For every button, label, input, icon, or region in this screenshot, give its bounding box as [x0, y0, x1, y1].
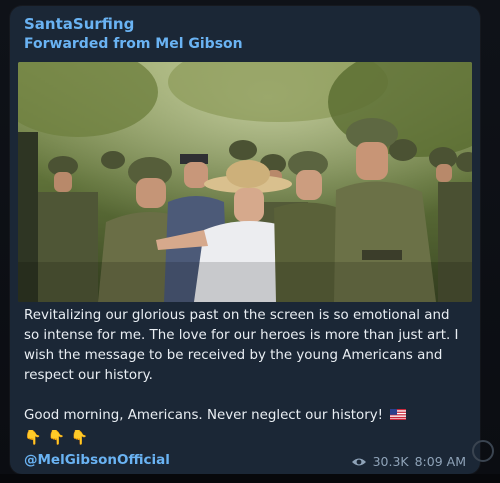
message-header: SantaSurfing Forwarded from Mel Gibson — [24, 14, 466, 54]
pointing-down-icons: 👇👇👇 — [24, 430, 94, 446]
us-flag-icon — [390, 409, 407, 420]
message-bubble[interactable]: SantaSurfing Forwarded from Mel Gibson R… — [10, 6, 480, 474]
message-meta: 30.3K 8:09 AM — [351, 454, 466, 469]
pointing-down-icon: 👇 — [47, 430, 71, 446]
message-photo[interactable] — [18, 62, 472, 302]
film-set-photo — [18, 62, 472, 302]
message-paragraph-1: Revitalizing our glorious past on the sc… — [24, 308, 459, 383]
pointing-down-icon: 👇 — [24, 430, 48, 446]
view-count: 30.3K — [372, 454, 409, 469]
message-time: 8:09 AM — [414, 454, 466, 469]
channel-name[interactable]: SantaSurfing — [24, 14, 466, 34]
message-paragraph-2: Good morning, Americans. Never neglect o… — [24, 406, 468, 426]
eye-icon — [351, 458, 366, 465]
handle-link[interactable]: @MelGibsonOfficial — [24, 452, 170, 468]
message-text: Revitalizing our glorious past on the sc… — [24, 306, 468, 426]
message-paragraph-2-text: Good morning, Americans. Never neglect o… — [24, 408, 384, 423]
share-icon[interactable] — [472, 440, 494, 462]
forwarded-from-label[interactable]: Forwarded from Mel Gibson — [24, 34, 466, 54]
bottom-edge — [0, 474, 500, 483]
pointing-down-icon: 👇 — [70, 430, 95, 446]
